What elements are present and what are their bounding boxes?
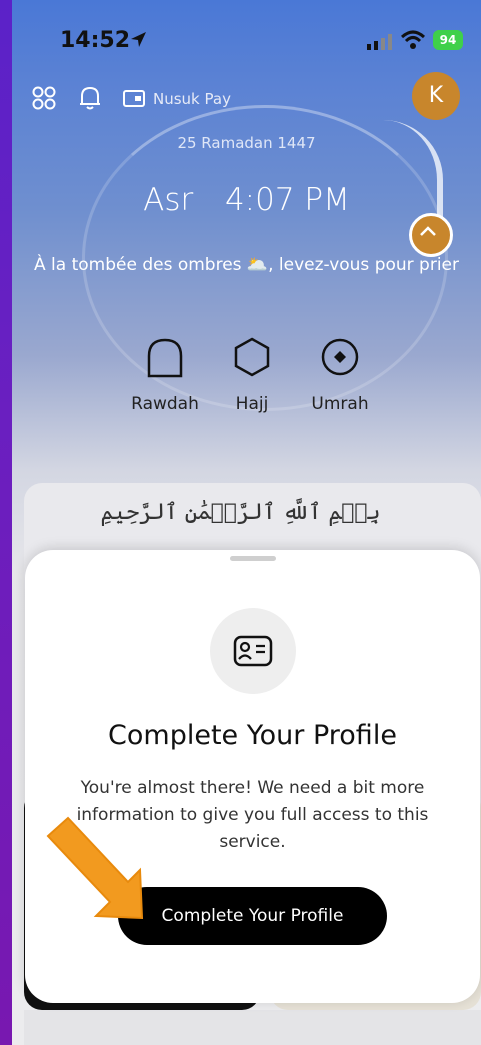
target-icon [321,338,359,376]
hexagon-icon [234,337,270,377]
bottom-area [24,1010,481,1045]
nusuk-pay-link[interactable]: Nusuk Pay [153,90,231,108]
bismillah-text: بِسۡمِ ٱللَّهِ ٱلرَّحۡمَٰنِ ٱلرَّحِيمِ [100,500,381,525]
quick-action-hajj[interactable]: Hajj [207,336,297,414]
complete-profile-button[interactable]: Complete Your Profile [118,887,387,945]
dome-icon [147,338,183,378]
chevron-up-icon [420,226,436,236]
bell-icon[interactable] [76,84,104,112]
avatar[interactable]: K [412,72,460,120]
expand-knob[interactable] [409,213,453,257]
sheet-title: Complete Your Profile [108,720,397,751]
sheet-drag-handle[interactable] [230,556,276,561]
status-bar: 14:52 94 [12,0,481,72]
status-time: 14:52 [60,28,131,53]
quick-action-rawdah[interactable]: Rawdah [120,336,210,414]
prayer-name: Asr [143,182,194,218]
quick-action-label: Umrah [311,394,369,414]
prayer-time: 4:07 PM [224,182,350,218]
quick-action-umrah[interactable]: Umrah [295,336,385,414]
hijri-date: 25 Ramadan 1447 [177,134,316,152]
apps-grid-icon[interactable] [30,84,58,112]
battery-indicator: 94 [433,30,463,50]
next-prayer: Asr 4:07 PM [12,182,481,218]
wallet-icon[interactable] [120,84,148,112]
orange-arrow-annotation [46,816,144,920]
wifi-icon [400,30,426,49]
quick-action-label: Rawdah [131,394,199,414]
quick-action-label: Hajj [235,394,269,414]
location-arrow-icon [131,32,146,47]
id-card-icon [233,635,273,667]
profile-icon-container [210,608,296,694]
prayer-quote: À la tombée des ombres 🌥️, levez-vous po… [34,255,459,275]
signal-icon [367,34,392,50]
